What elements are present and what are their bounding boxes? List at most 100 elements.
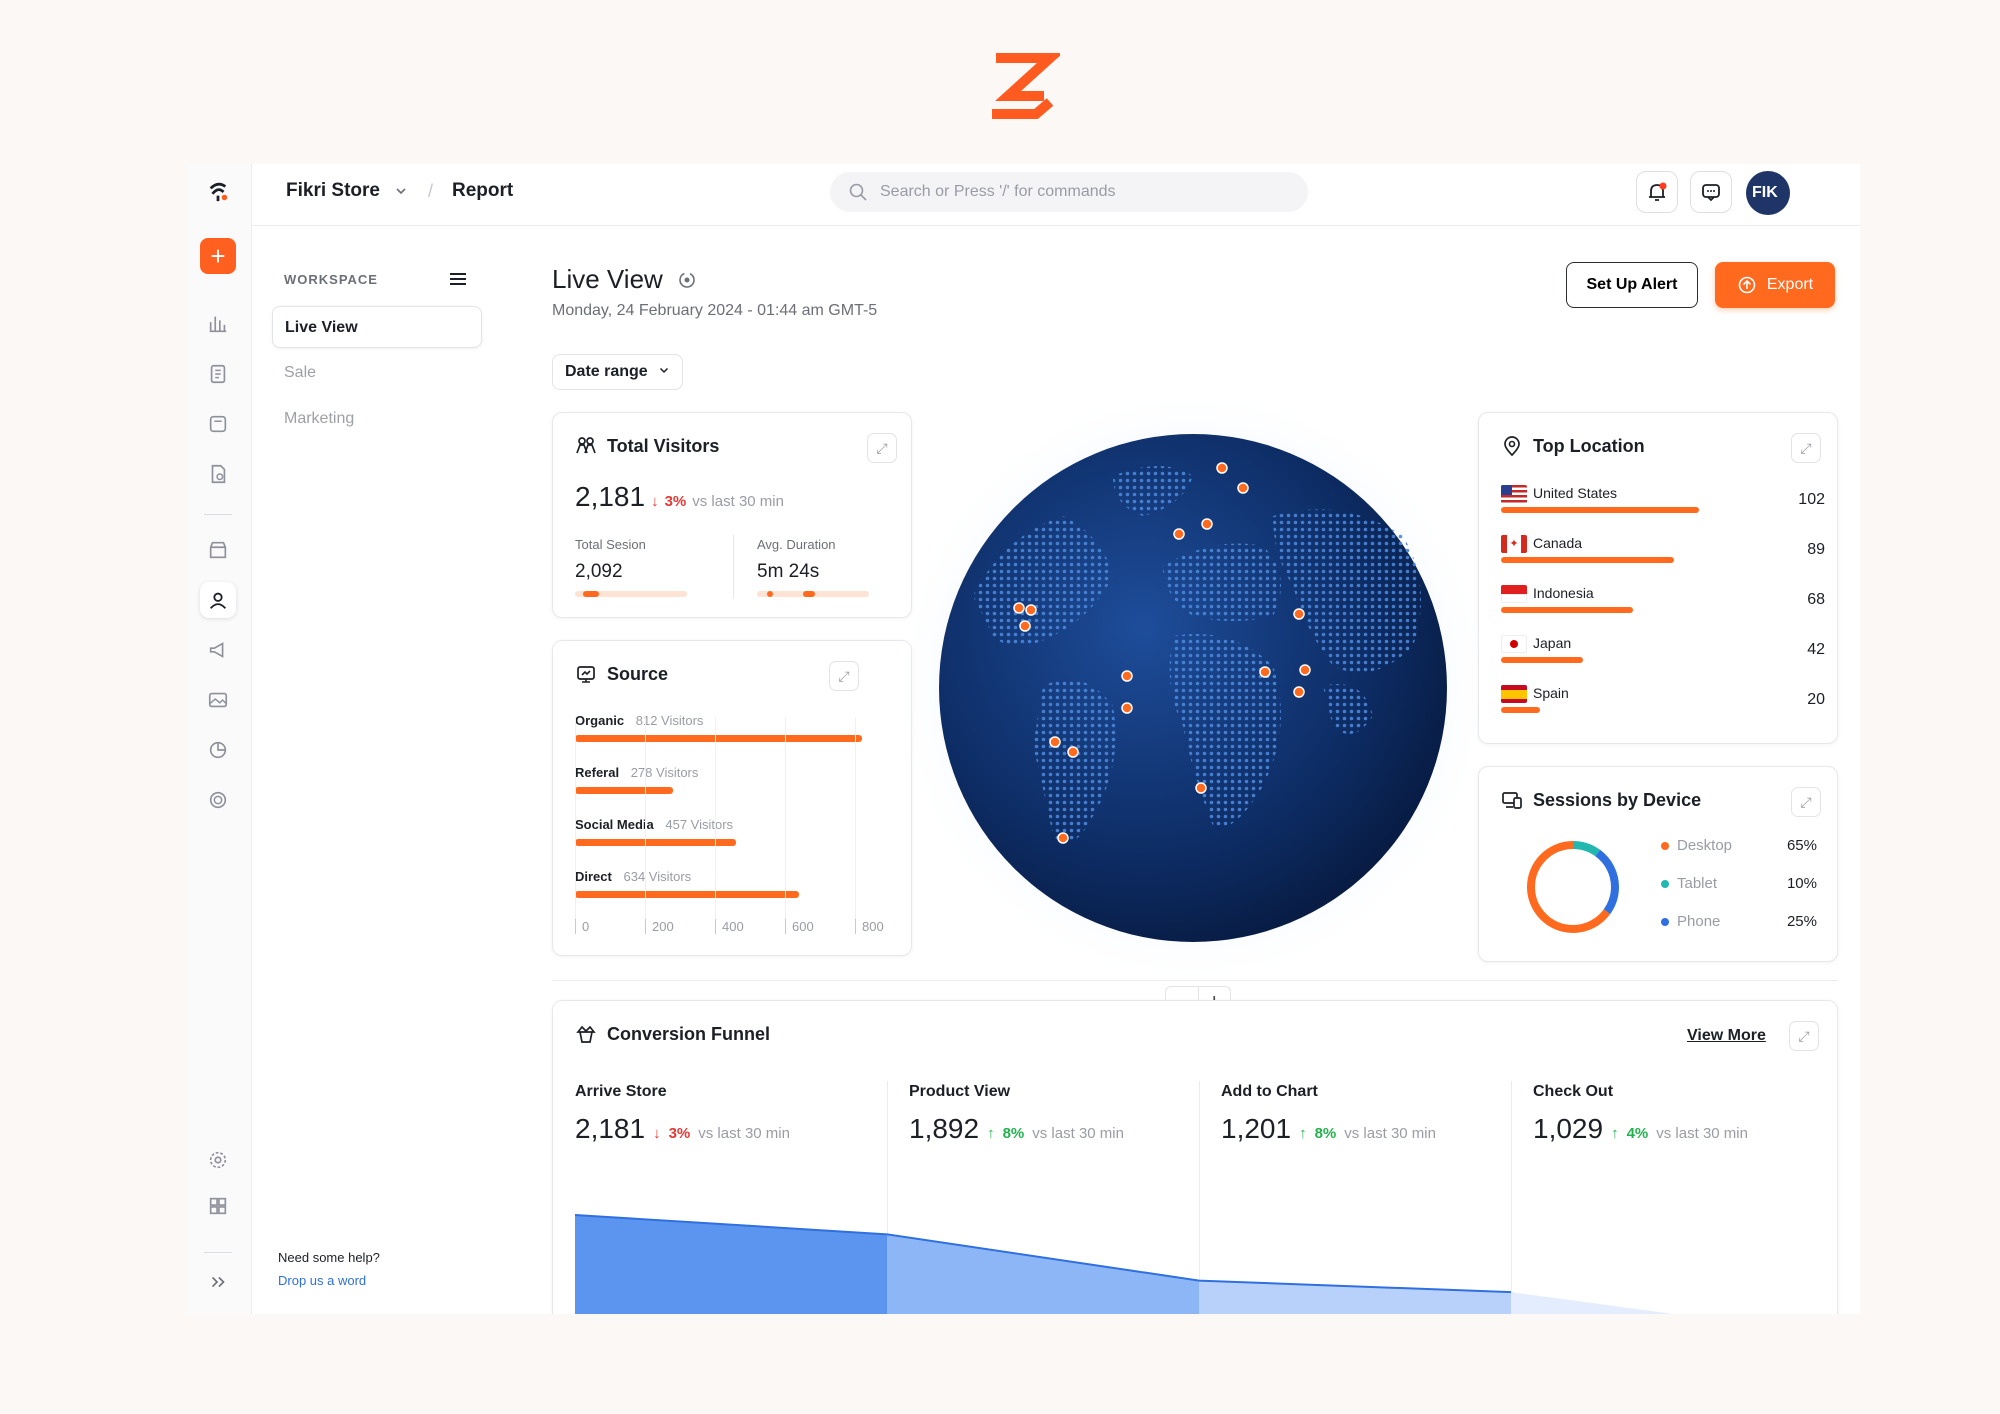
source-visitors: 278 Visitors [630,765,699,780]
funnel-area-3 [1511,1292,1674,1314]
set-up-alert-button[interactable]: Set Up Alert [1566,262,1698,308]
duration-label: Avg. Duration [757,537,836,552]
stage-compare: vs last 30 min [698,1125,790,1142]
workspace-sidebar: WORKSPACE Live View Sale Marketing Need … [252,226,518,1314]
stage-label: Check Out [1533,1083,1614,1100]
world-globe-map[interactable] [893,386,1493,986]
expand-icon[interactable]: ⤢ [1789,1021,1819,1051]
funnel-area-chart [574,1214,1674,1314]
location-value: 20 [1807,691,1825,708]
location-name: United States [1533,485,1618,501]
arrow-down-icon: ↓ [653,1125,661,1142]
expand-icon[interactable]: ⤢ [1791,787,1821,817]
arrow-up-icon: ↑ [1299,1125,1307,1142]
source-item: Organic 812 Visitors [575,713,703,728]
duration-bar [757,591,869,597]
chevron-down-icon [660,367,669,374]
icon-rail: + [186,164,252,1314]
legend-name: Tablet [1677,875,1718,892]
messages-button[interactable] [1690,171,1732,213]
axis-tick: 800 [855,919,884,934]
store-icon[interactable] [200,532,236,568]
location-value: 42 [1807,641,1825,658]
settings-icon[interactable] [200,1142,236,1178]
visitors-value: 2,181 [575,481,646,512]
axis-tick: 400 [715,919,744,934]
card-header: Source [575,663,668,685]
nav-item-live-view[interactable]: Live View [272,306,482,348]
search-input[interactable] [880,183,1260,201]
breadcrumb-current[interactable]: Report [452,180,513,202]
legend-pct: 25% [1786,913,1817,930]
axis-tick: 200 [645,919,674,934]
funnel-stage: Check Out 1,029 ↑ 4% vs last 30 min [1533,1083,1748,1145]
conversion-funnel-card: Conversion Funnel View More ⤢ Arrive Sto… [552,1000,1838,1314]
search-icon [849,183,867,201]
inventory-icon[interactable] [200,456,236,492]
analytics-icon[interactable] [200,732,236,768]
notifications-button[interactable] [1636,171,1678,213]
source-bar [575,787,673,794]
card-title: Conversion Funnel [607,1023,771,1044]
location-value: 89 [1807,541,1825,558]
stage-value: 1,201 [1221,1113,1292,1144]
store-switcher[interactable]: Fikri Store [286,180,408,202]
arrow-up-icon: ↑ [1611,1125,1619,1142]
card-title: Total Visitors [607,435,720,456]
live-indicator-icon[interactable] [677,270,697,290]
sessions-by-device-card: Sessions by Device ⤢ Desktop 65% Tablet … [1478,766,1838,962]
help-link[interactable]: Drop us a word [278,1273,380,1288]
top-bar: Fikri Store / Report FIK [252,164,1860,226]
location-row: Indonesia 68 [1501,583,1825,633]
stage-label: Add to Chart [1221,1083,1318,1100]
nav-item-marketing[interactable]: Marketing [272,398,482,440]
location-bar [1501,557,1674,563]
visitors-summary: 2,181 ↓ 3% vs last 30 min [575,481,784,513]
stage-change: 8% [1002,1125,1025,1142]
flag-icon [1501,485,1527,503]
apps-icon[interactable] [200,1188,236,1224]
app-window: + Fikri Store / Report Search or Press '… [186,164,1860,1314]
legend-dot [1661,842,1669,851]
view-more-link[interactable]: View More [1687,1027,1766,1045]
user-avatar[interactable]: FIK [1746,171,1790,215]
flag-icon [1501,685,1527,703]
card-title: Source [607,663,669,684]
visitors-icon [576,437,596,454]
card-header: Total Visitors [575,435,719,457]
source-name: Direct [575,869,612,884]
flag-icon [1501,585,1527,603]
dashboard-icon[interactable] [200,306,236,342]
expand-sidebar-icon[interactable] [200,1264,236,1300]
app-logo-icon[interactable] [200,174,236,210]
location-value: 68 [1807,591,1825,608]
menu-icon[interactable] [448,270,468,288]
globe-icon [893,386,1493,986]
marketing-icon[interactable] [200,632,236,668]
customers-icon[interactable] [200,582,236,618]
location-pin-icon [1504,436,1520,457]
expand-icon[interactable]: ⤢ [829,661,859,691]
session-label: Total Sesion [575,537,646,552]
media-icon[interactable] [200,682,236,718]
duration-value: 5m 24s [757,561,820,582]
help-box: Need some help? Drop us a word [278,1250,380,1288]
source-item: Referal 278 Visitors [575,765,698,780]
expand-icon[interactable]: ⤢ [1791,433,1821,463]
export-button[interactable]: Export [1715,262,1835,308]
location-bar [1501,607,1633,613]
support-icon[interactable] [200,782,236,818]
card-header: Top Location [1501,435,1645,457]
date-range-dropdown[interactable]: Date range [552,354,684,390]
total-visitors-card: Total Visitors ⤢ 2,181 ↓ 3% vs last 30 m… [552,412,912,618]
store-name: Fikri Store [286,180,380,201]
location-bar [1501,707,1540,713]
source-name: Social Media [575,817,654,832]
main-content: Live View Monday, 24 February 2024 - 01:… [518,226,1860,1314]
orders-icon[interactable] [200,356,236,392]
search-bar[interactable] [830,172,1308,212]
add-button[interactable]: + [200,238,236,274]
nav-item-sale[interactable]: Sale [272,352,482,394]
legend-dot [1661,918,1669,927]
products-icon[interactable] [200,406,236,442]
